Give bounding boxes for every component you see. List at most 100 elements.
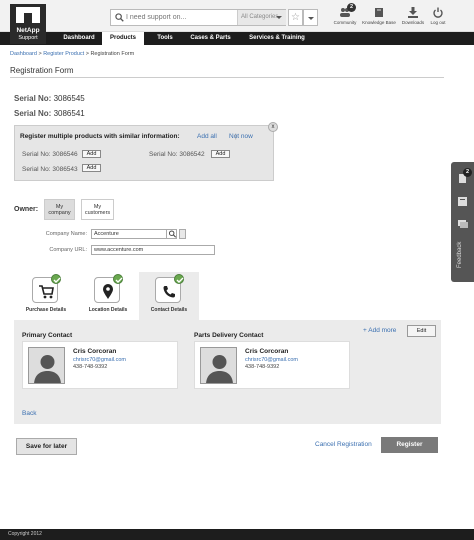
extra-serial-2: Serial No: 3086542: [149, 151, 205, 158]
contact-phone: 438-748-9392: [73, 364, 108, 370]
company-lookup-button[interactable]: [179, 229, 186, 239]
close-icon[interactable]: x: [268, 122, 278, 132]
tab-label: Location Details: [88, 307, 128, 313]
company-name-label: Company Name:: [45, 231, 87, 237]
check-icon: [174, 274, 184, 284]
contact-phone: 438-748-9392: [245, 364, 280, 370]
rail-chat-button[interactable]: [456, 217, 469, 230]
tab-icon-box: [94, 274, 123, 303]
serial-label: Serial No:: [14, 94, 52, 103]
register-button[interactable]: Register: [381, 437, 438, 453]
multiple-products-heading: Register multiple products with similar …: [20, 133, 180, 140]
person-icon: [206, 355, 233, 383]
netapp-logo[interactable]: NetApp Support: [10, 4, 46, 44]
footer: Copyright 2012: [0, 529, 474, 540]
contact-email[interactable]: chrisrc70@gmail.com: [245, 357, 298, 363]
breadcrumb: Dashboard > Register Product > Registrat…: [10, 51, 134, 57]
tab-icon-box: [32, 274, 61, 303]
tab-label: Purchase Details: [25, 307, 67, 313]
side-toolbar: 2 Feedback: [451, 162, 474, 282]
add-serial-button[interactable]: Add: [211, 150, 230, 158]
tab-icon-box: [155, 274, 184, 303]
star-icon: ☆: [291, 12, 300, 23]
contact-email[interactable]: chrisrc70@gmail.com: [73, 357, 126, 363]
search-icon: [168, 230, 177, 238]
search-input[interactable]: [126, 11, 244, 24]
company-name-input[interactable]: [91, 229, 169, 239]
serial-number-2: Serial No: 3086541: [14, 109, 85, 118]
add-more-link[interactable]: + Add more: [363, 327, 396, 334]
back-link[interactable]: Back: [22, 410, 36, 417]
contact-name: Cris Corcoran: [245, 348, 289, 355]
chat-icon: [458, 220, 468, 228]
owner-my-company-toggle[interactable]: My company: [44, 199, 75, 220]
community-badge: 2: [347, 3, 356, 12]
search-box: All Categories: [110, 9, 286, 26]
multiple-products-panel: Register multiple products with similar …: [14, 122, 278, 181]
save-for-later-button[interactable]: Save for later: [16, 438, 77, 455]
company-url-input[interactable]: [91, 245, 215, 255]
serial-value: 3086545: [53, 94, 85, 103]
book-icon: [458, 197, 467, 206]
download-icon: [408, 7, 418, 18]
breadcrumb-register-product[interactable]: Register Product: [43, 51, 84, 57]
feedback-tab[interactable]: Feedback: [457, 242, 463, 268]
add-serial-button[interactable]: Add: [82, 150, 101, 158]
nav-dashboard[interactable]: Dashboard: [56, 32, 102, 45]
company-search-button[interactable]: [166, 229, 177, 239]
contact-name: Cris Corcoran: [73, 348, 117, 355]
nav-tools[interactable]: Tools: [147, 32, 183, 45]
category-select[interactable]: All Categories: [237, 10, 286, 25]
category-select-label: All Categories: [241, 14, 279, 20]
netapp-logo-mark: [16, 7, 40, 23]
extra-serial-1: Serial No: 3086546: [22, 151, 78, 158]
favorite-star-button[interactable]: ☆: [288, 9, 303, 26]
primary-contact-title: Primary Contact: [22, 332, 73, 339]
tab-location-details[interactable]: Location Details: [78, 272, 138, 320]
not-now-link[interactable]: Not now: [229, 133, 253, 140]
power-icon: [433, 7, 443, 18]
add-serial-button[interactable]: Add: [82, 164, 101, 172]
tab-label: Contact Details: [150, 307, 188, 313]
parts-delivery-contact-card: Cris Corcoran chrisrc70@gmail.com 438-74…: [194, 341, 350, 389]
tab-contact-details[interactable]: Contact Details: [139, 272, 199, 320]
nav-products[interactable]: Products: [102, 32, 144, 45]
primary-contact-card: Cris Corcoran chrisrc70@gmail.com 438-74…: [22, 341, 178, 389]
serial-number-1: Serial No: 3086545: [14, 94, 85, 103]
logout-button[interactable]: Log out: [421, 7, 455, 29]
avatar: [28, 347, 65, 384]
knowledge-base-button[interactable]: Knowledge Base: [362, 7, 396, 29]
nav-cases-parts[interactable]: Cases & Parts: [183, 32, 238, 45]
check-icon: [51, 274, 61, 284]
title-divider: [10, 77, 444, 78]
community-button[interactable]: 2 Community: [328, 3, 362, 29]
book-icon: [375, 8, 383, 17]
tab-purchase-details[interactable]: Purchase Details: [16, 272, 76, 320]
owner-label: Owner:: [14, 206, 39, 213]
avatar: [200, 347, 237, 384]
serial-value: 3086541: [53, 109, 85, 118]
cancel-registration-link[interactable]: Cancel Registration: [315, 441, 372, 448]
logout-label: Log out: [430, 20, 446, 25]
nav-services-training[interactable]: Services & Training: [241, 32, 313, 45]
favorites-dropdown-button[interactable]: [303, 9, 318, 26]
knowledge-base-label: Knowledge Base: [362, 20, 396, 25]
person-icon: [34, 355, 61, 383]
rail-book-button[interactable]: [456, 195, 469, 208]
serial-label: Serial No:: [14, 109, 52, 118]
chevron-down-icon: [308, 17, 314, 20]
extra-serial-3: Serial No: 3086543: [22, 166, 78, 173]
logo-text: NetApp: [16, 27, 40, 34]
search-icon[interactable]: [115, 13, 124, 22]
logo-subtext: Support: [18, 35, 38, 41]
rail-badge: 2: [463, 168, 472, 177]
rail-notifications-button[interactable]: 2: [456, 168, 472, 185]
copyright-text: Copyright 2012: [8, 531, 42, 537]
chevron-down-icon: [276, 16, 282, 19]
check-icon: [113, 274, 123, 284]
add-all-link[interactable]: Add all: [197, 133, 217, 140]
edit-button[interactable]: Edit: [407, 325, 436, 337]
breadcrumb-dashboard[interactable]: Dashboard: [10, 51, 37, 57]
contact-details-panel: Primary Contact Parts Delivery Contact +…: [14, 320, 441, 424]
owner-my-customers-toggle[interactable]: My customers: [81, 199, 114, 220]
